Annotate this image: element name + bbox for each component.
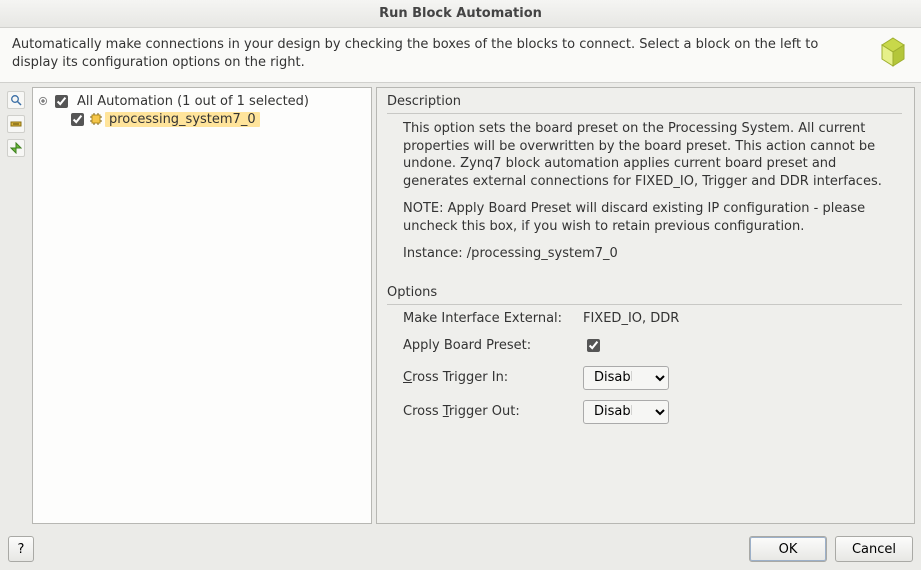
dialog-footer: ? OK Cancel: [0, 528, 921, 570]
dialog-window: Run Block Automation Automatically make …: [0, 0, 921, 570]
window-title: Run Block Automation: [379, 6, 542, 21]
info-bar: Automatically make connections in your d…: [0, 28, 921, 83]
tree-toolbar: [4, 87, 28, 524]
product-logo-icon: [877, 36, 909, 72]
description-body: This option sets the board preset on the…: [387, 120, 902, 285]
opt-make-interface-external-value: FIXED_IO, DDR: [583, 311, 902, 326]
options-grid: Make Interface External: FIXED_IO, DDR A…: [387, 311, 902, 424]
opt-cross-trigger-in-select[interactable]: Disable: [583, 366, 669, 390]
description-instance: Instance: /processing_system7_0: [403, 245, 902, 263]
opt-apply-board-preset-label: Apply Board Preset:: [403, 338, 573, 353]
help-button[interactable]: ?: [8, 536, 34, 562]
tree-expand-toggle[interactable]: [37, 95, 49, 107]
description-title: Description: [387, 94, 902, 109]
description-paragraph-2: NOTE: Apply Board Preset will discard ex…: [403, 200, 902, 235]
automation-tree[interactable]: All Automation (1 out of 1 selected) pro…: [32, 87, 372, 524]
expand-all-icon[interactable]: [7, 139, 25, 157]
tree-item-checkbox[interactable]: [71, 113, 84, 126]
titlebar: Run Block Automation: [0, 0, 921, 28]
dialog-body: All Automation (1 out of 1 selected) pro…: [0, 83, 921, 528]
info-text: Automatically make connections in your d…: [12, 36, 867, 71]
description-paragraph-1: This option sets the board preset on the…: [403, 120, 902, 190]
options-title: Options: [387, 285, 902, 300]
tree-item-label: processing_system7_0: [105, 112, 260, 127]
search-icon[interactable]: [7, 91, 25, 109]
divider: [387, 113, 902, 114]
collapse-all-icon[interactable]: [7, 115, 25, 133]
opt-cross-trigger-out-label: Cross Trigger Out:: [403, 404, 573, 419]
opt-cross-trigger-out-select[interactable]: Disable: [583, 400, 669, 424]
tree-root-row[interactable]: All Automation (1 out of 1 selected): [35, 92, 369, 110]
opt-apply-board-preset-checkbox[interactable]: [587, 339, 600, 352]
tree-root-label: All Automation (1 out of 1 selected): [73, 94, 313, 109]
ip-block-icon: [89, 112, 103, 126]
opt-cross-trigger-in-label: Cross Trigger In:: [403, 370, 573, 385]
detail-pane: Description This option sets the board p…: [376, 87, 915, 524]
opt-make-interface-external-label: Make Interface External:: [403, 311, 573, 326]
cancel-button[interactable]: Cancel: [835, 536, 913, 562]
tree-root-checkbox[interactable]: [55, 95, 68, 108]
ok-button[interactable]: OK: [749, 536, 827, 562]
divider: [387, 304, 902, 305]
tree-item-row[interactable]: processing_system7_0: [35, 110, 369, 128]
